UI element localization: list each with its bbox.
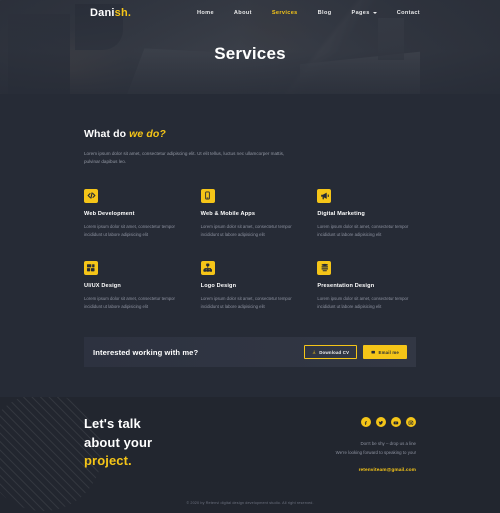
social-links [336, 417, 416, 427]
envelope-icon [371, 350, 375, 354]
service-description: Lorem ipsum dolor sit amet, consectetur … [84, 223, 183, 240]
footer-right-column: Don't be shy – drop us a line We're look… [336, 415, 416, 475]
instagram-icon[interactable] [406, 417, 416, 427]
presentation-icon [317, 261, 331, 275]
service-title: Logo Design [201, 283, 300, 289]
download-cv-label: Download CV [319, 350, 349, 355]
service-description: Lorem ipsum dolor sit amet, consectetur … [201, 223, 300, 240]
cta-heading: Interested working with me? [93, 348, 198, 357]
service-description: Lorem ipsum dolor sit amet, consectetur … [201, 295, 300, 312]
layout-icon [84, 261, 98, 275]
service-title: Web Development [84, 211, 183, 217]
service-card-digital-marketing[interactable]: Digital Marketing Lorem ipsum dolor sit … [317, 189, 416, 240]
service-title: Digital Marketing [317, 211, 416, 217]
nav-links-list: Home About Services Blog Pages Contact [197, 10, 420, 16]
facebook-icon[interactable] [361, 417, 371, 427]
email-me-button[interactable]: Email me [363, 345, 407, 359]
mobile-icon [201, 189, 215, 203]
megaphone-icon [317, 189, 331, 203]
service-title: Presentation Design [317, 283, 416, 289]
nav-item-label: Contact [397, 10, 420, 16]
footer-tagline-line1: Don't be shy – drop us a line [336, 440, 416, 449]
section-description: Lorem ipsum dolor sit amet, consectetur … [84, 150, 299, 167]
nav-item-contact[interactable]: Contact [397, 10, 420, 16]
copyright-text: © 2020 by Retenvi digital design develop… [0, 501, 500, 505]
nav-item-label: Blog [318, 10, 332, 16]
section-heading: What do we do? [84, 128, 416, 140]
chevron-down-icon [373, 12, 377, 14]
page-root: Danish. Home About Services Blog Pages C… [0, 0, 500, 500]
nav-item-label: Pages [351, 10, 369, 16]
nav-item-about[interactable]: About [234, 10, 252, 16]
hero-banner: Danish. Home About Services Blog Pages C… [0, 0, 500, 94]
section-heading-plain: What do [84, 128, 129, 140]
service-card-logo-design[interactable]: Logo Design Lorem ipsum dolor sit amet, … [201, 261, 300, 312]
cta-buttons: Download CV Email me [304, 345, 407, 359]
service-card-web-development[interactable]: Web Development Lorem ipsum dolor sit am… [84, 189, 183, 240]
footer-heading: Let's talk about your project. [84, 415, 152, 475]
site-logo[interactable]: Danish. [90, 7, 131, 19]
code-icon [84, 189, 98, 203]
nav-item-blog[interactable]: Blog [318, 10, 332, 16]
service-title: Web & Mobile Apps [201, 211, 300, 217]
footer-heading-line2: about your [84, 434, 152, 452]
section-heading-accent: we do? [129, 128, 166, 140]
service-title: UI/UX Design [84, 283, 183, 289]
footer-heading-line3: project. [84, 452, 152, 470]
logo-accent-text: sh. [115, 7, 132, 19]
service-description: Lorem ipsum dolor sit amet, consectetur … [317, 223, 416, 240]
email-me-label: Email me [379, 350, 399, 355]
main-navigation: Danish. Home About Services Blog Pages C… [0, 0, 500, 26]
footer-heading-line1: Let's talk [84, 415, 152, 433]
footer-email-link[interactable]: retenviteam@gmail.com [359, 468, 416, 473]
logo-main-text: Dani [90, 7, 115, 19]
footer-content: Let's talk about your project. [84, 397, 416, 475]
service-description: Lorem ipsum dolor sit amet, consectetur … [317, 295, 416, 312]
service-card-web-mobile-apps[interactable]: Web & Mobile Apps Lorem ipsum dolor sit … [201, 189, 300, 240]
service-description: Lorem ipsum dolor sit amet, consectetur … [84, 295, 183, 312]
nav-item-services[interactable]: Services [272, 10, 298, 16]
sitemap-icon [201, 261, 215, 275]
youtube-icon[interactable] [391, 417, 401, 427]
services-container: What do we do? Lorem ipsum dolor sit ame… [84, 128, 416, 311]
twitter-icon[interactable] [376, 417, 386, 427]
service-card-ui-ux-design[interactable]: UI/UX Design Lorem ipsum dolor sit amet,… [84, 261, 183, 312]
download-icon [312, 350, 316, 354]
cta-section: Interested working with me? Download CV [0, 311, 500, 397]
nav-item-label: Services [272, 10, 298, 16]
download-cv-button[interactable]: Download CV [304, 345, 357, 359]
nav-item-label: Home [197, 10, 214, 16]
service-card-presentation-design[interactable]: Presentation Design Lorem ipsum dolor si… [317, 261, 416, 312]
site-footer: Let's talk about your project. [0, 397, 500, 513]
footer-tagline-line2: We're looking forward to speaking to you… [336, 449, 416, 458]
services-grid: Web Development Lorem ipsum dolor sit am… [84, 189, 416, 312]
nav-item-pages[interactable]: Pages [351, 10, 376, 16]
page-title: Services [0, 44, 500, 64]
services-section: What do we do? Lorem ipsum dolor sit ame… [0, 94, 500, 311]
cta-banner: Interested working with me? Download CV [84, 337, 416, 367]
footer-tagline: Don't be shy – drop us a line We're look… [336, 440, 416, 457]
nav-item-label: About [234, 10, 252, 16]
nav-item-home[interactable]: Home [197, 10, 214, 16]
